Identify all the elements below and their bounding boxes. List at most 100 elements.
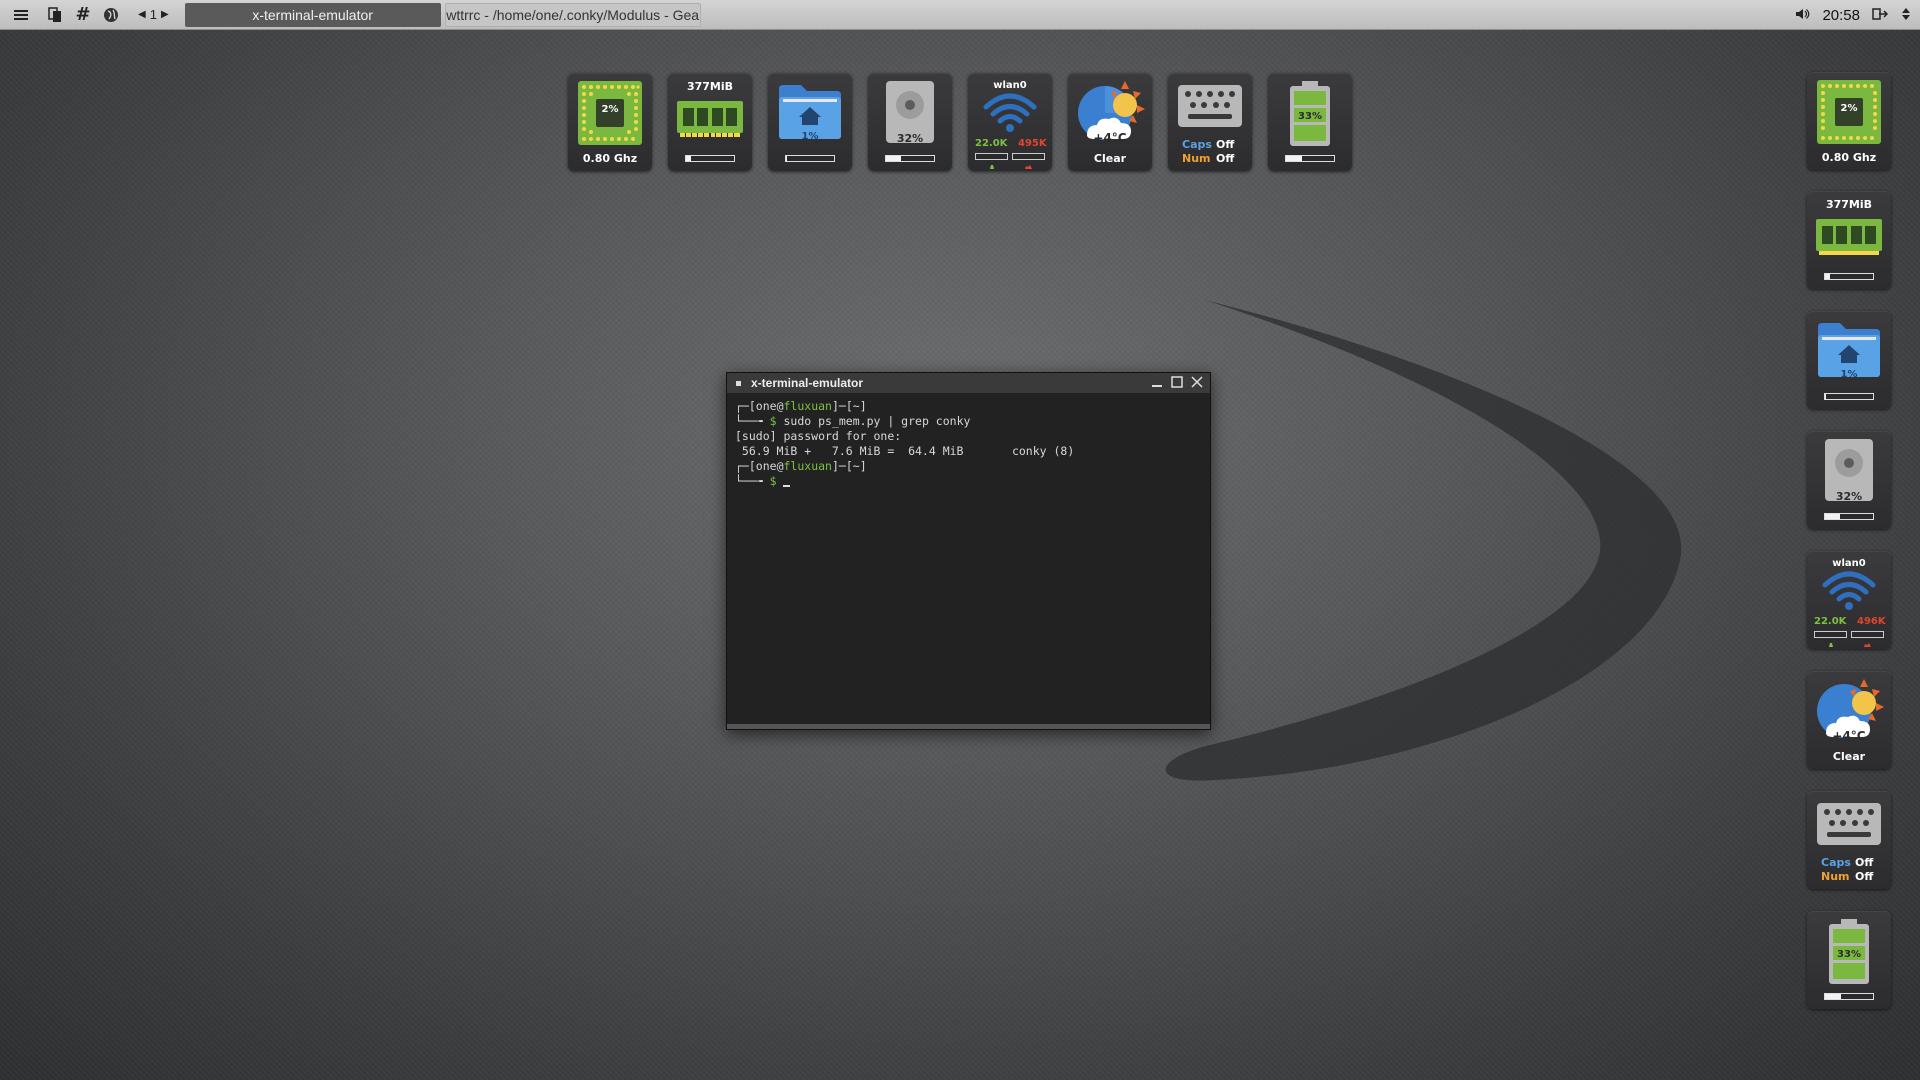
close-button[interactable] xyxy=(1190,375,1204,389)
caps-lock-state: Off xyxy=(1855,856,1874,869)
hash-icon: # xyxy=(75,4,91,25)
next-desktop-arrow-icon[interactable]: ▶ xyxy=(157,9,173,20)
network-download-rate: 22.0K xyxy=(1814,616,1847,627)
battery-percent: 33% xyxy=(1298,111,1322,122)
network-widget: wlan0 22.0K 495K xyxy=(968,73,1052,171)
battery-level-bar xyxy=(1824,993,1874,1000)
keyboard-widget-side: Caps Off Num Off xyxy=(1807,791,1891,889)
minimize-button[interactable] xyxy=(1150,375,1164,389)
terminal-window[interactable]: x-terminal-emulator ┌─[one@fluxuan]─[~] … xyxy=(726,372,1211,730)
num-lock-label: Num xyxy=(1182,152,1211,165)
battery-widget: 33% xyxy=(1268,73,1352,171)
memory-usage-bar xyxy=(1824,273,1874,280)
cpu-widget: 2% 0.80 Ghz xyxy=(568,73,652,171)
updown-arrows-icon[interactable] xyxy=(1900,6,1912,25)
system-tray: 20:58 xyxy=(1794,0,1912,30)
prompt-dir: ~ xyxy=(852,399,860,413)
weather-temperature: +4°C xyxy=(1832,729,1866,743)
weather-widget: +4°C Clear xyxy=(1068,73,1152,171)
home-usage-bar xyxy=(1824,393,1874,400)
command-line-2[interactable]: └──╼ $ xyxy=(735,474,1202,489)
upload-graph xyxy=(1851,631,1884,647)
download-graph xyxy=(1814,631,1847,647)
terminal-title: x-terminal-emulator xyxy=(751,376,864,390)
output-line-1: [sudo] password for one: xyxy=(735,429,902,443)
taskbar-item-label: wttrrc - /home/one/.conky/Modulus - Gea xyxy=(446,6,700,23)
disk-usage-bar xyxy=(885,155,935,162)
window-menu-icon[interactable] xyxy=(736,380,741,386)
cpu-percent: 2% xyxy=(601,104,619,115)
wifi-icon xyxy=(983,93,1037,132)
hamburger-icon xyxy=(14,9,28,20)
network-interface: wlan0 xyxy=(993,80,1027,91)
prompt-host: fluxuan xyxy=(783,399,832,413)
window-controls xyxy=(1150,375,1204,389)
taskbar-item-terminal[interactable]: x-terminal-emulator xyxy=(184,2,441,27)
home-folder-widget-side: 1% xyxy=(1807,311,1891,409)
home-usage-percent: 1% xyxy=(801,131,819,142)
memory-used: 377MiB xyxy=(1825,198,1873,211)
memory-widget-side: 377MiB xyxy=(1807,191,1891,289)
prompt-dir: ~ xyxy=(852,459,860,473)
prompt-user: one xyxy=(755,459,777,473)
battery-widget-side: 33% xyxy=(1807,911,1891,1009)
taskbar-item-label: x-terminal-emulator xyxy=(252,6,373,23)
keyboard-widget: Caps Off Num Off xyxy=(1168,73,1252,171)
caps-lock-state: Off xyxy=(1216,138,1235,151)
disk-widget: 32% xyxy=(868,73,952,171)
weather-widget-side: +4°C Clear xyxy=(1807,671,1891,769)
file-manager-button[interactable] xyxy=(42,2,68,28)
download-graph xyxy=(975,153,1008,169)
desktop-switcher: ◀ 1 ▶ xyxy=(134,7,173,22)
ram-stick-icon xyxy=(677,101,743,137)
home-usage-bar xyxy=(785,155,835,162)
network-download-rate: 22.0K xyxy=(975,138,1008,149)
caps-lock-label: Caps xyxy=(1821,856,1851,869)
network-upload-rate: 495K xyxy=(1018,138,1047,149)
disk-usage-percent: 32% xyxy=(896,132,924,145)
caps-lock-label: Caps xyxy=(1182,138,1212,151)
cpu-frequency: 0.80 Ghz xyxy=(582,152,638,165)
logout-icon[interactable] xyxy=(1872,6,1889,25)
terminal-titlebar[interactable]: x-terminal-emulator xyxy=(727,373,1210,393)
maximize-button[interactable] xyxy=(1170,375,1184,389)
prompt-host: fluxuan xyxy=(783,459,832,473)
disk-usage-fill xyxy=(1825,514,1841,519)
weather-condition: Clear xyxy=(1832,750,1866,763)
disk-usage-bar xyxy=(1824,513,1874,520)
network-upload-rate: 496K xyxy=(1857,616,1886,627)
wifi-icon xyxy=(1822,571,1876,610)
close-icon xyxy=(1191,376,1203,388)
prompt-line-2: ┌─[one@fluxuan]─[~] xyxy=(735,459,867,473)
network-interface: wlan0 xyxy=(1832,558,1866,569)
num-lock-state: Off xyxy=(1855,870,1874,883)
weather-temperature: +4°C xyxy=(1093,131,1127,145)
menu-button[interactable] xyxy=(8,2,34,28)
taskbar-item-geany[interactable]: wttrrc - /home/one/.conky/Modulus - Gea xyxy=(444,2,701,27)
memory-usage-bar xyxy=(685,155,735,162)
num-lock-label: Num xyxy=(1821,870,1850,883)
network-widget-side: wlan0 22.0K 496K xyxy=(1807,551,1891,649)
clock[interactable]: 20:58 xyxy=(1822,7,1860,24)
prompt-line-1: ┌─[one@fluxuan]─[~] xyxy=(735,399,867,413)
terminal-launch-button[interactable]: # xyxy=(70,2,96,28)
prev-desktop-arrow-icon[interactable]: ◀ xyxy=(134,9,150,20)
memory-usage-fill xyxy=(686,156,691,161)
disk-widget-side: 32% xyxy=(1807,431,1891,529)
cpu-frequency: 0.80 Ghz xyxy=(1821,151,1877,164)
terminal-output[interactable]: ┌─[one@fluxuan]─[~] └──╼ $ sudo ps_mem.p… xyxy=(727,393,1210,495)
keyboard-icon xyxy=(1817,803,1881,845)
browser-button[interactable] xyxy=(98,2,124,28)
cpu-widget-side: 2% 0.80 Ghz xyxy=(1807,72,1891,170)
ram-stick-icon xyxy=(1816,219,1882,255)
disk-usage-fill xyxy=(886,156,902,161)
disk-usage-percent: 32% xyxy=(1835,490,1863,503)
num-lock-state: Off xyxy=(1216,152,1235,165)
battery-level-bar xyxy=(1285,155,1335,162)
output-line-2: 56.9 MiB + 7.6 MiB = 64.4 MiB conky (8) xyxy=(735,444,1075,458)
volume-icon[interactable] xyxy=(1794,6,1810,25)
terminal-bottom-edge xyxy=(727,724,1210,729)
home-usage-percent: 1% xyxy=(1840,369,1858,380)
home-folder-widget: 1% xyxy=(768,73,852,171)
command-text: sudo ps_mem.py | grep conky xyxy=(783,414,971,428)
